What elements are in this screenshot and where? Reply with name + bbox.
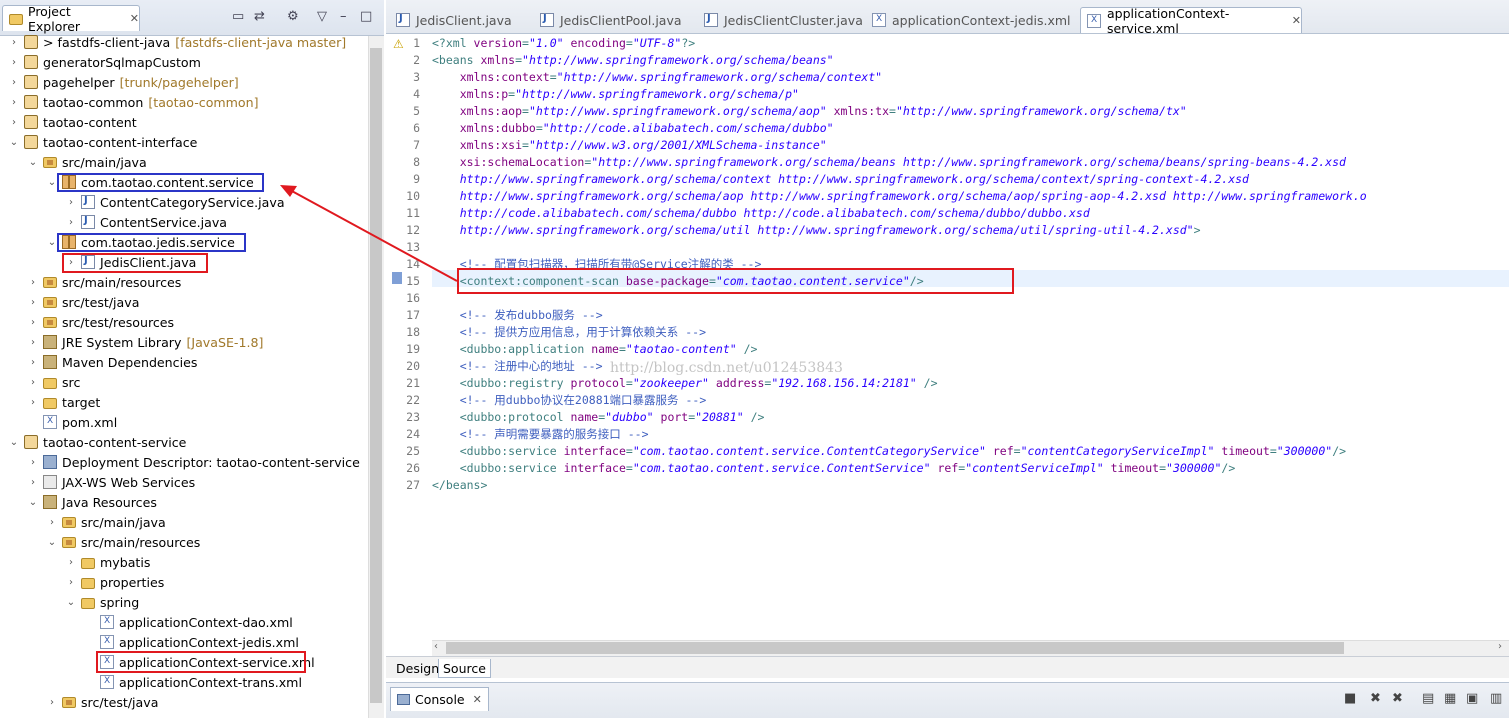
annotation-arrow [280,185,458,282]
eclipse-window: Project Explorer ✕ ▭ ⇄ ⚙ ▽ – □ › > fastdf… [0,0,1509,718]
